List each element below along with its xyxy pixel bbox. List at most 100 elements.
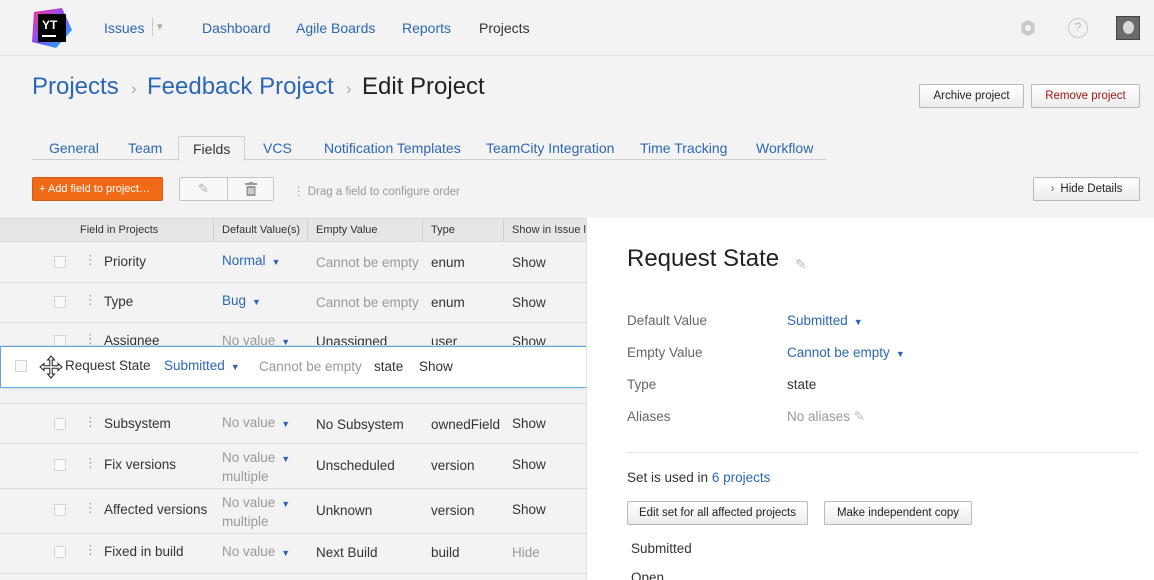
dropdown-arrow-icon: ▼ — [252, 297, 261, 307]
row-checkbox[interactable] — [15, 360, 27, 372]
table-row[interactable]: ⋮ Type Bug ▼ Cannot be empty enum Show — [0, 283, 586, 323]
table-row[interactable]: ⋮ Assignee No value ▼ Unassigned user Sho… — [0, 323, 586, 346]
nav-agile-boards[interactable]: Agile Boards — [296, 20, 375, 36]
drag-handle-icon[interactable]: ⋮ — [84, 293, 97, 306]
empty-value[interactable]: Next Build — [316, 545, 378, 560]
edit-pencil-icon[interactable]: ✎ — [795, 256, 807, 273]
show-toggle[interactable]: Show — [512, 295, 546, 310]
make-independent-copy-button[interactable]: Make independent copy — [824, 501, 972, 525]
projects-link[interactable]: 6 projects — [712, 470, 771, 485]
table-row[interactable]: ⋮ Fixed in build No value ▼ Next Build bu… — [0, 534, 586, 574]
tab-team[interactable]: Team — [128, 140, 162, 156]
hide-details-button[interactable]: › Hide Details — [1033, 177, 1140, 201]
empty-value[interactable]: Cannot be empty — [316, 255, 419, 270]
default-value: Submitted — [164, 358, 225, 373]
header-type[interactable]: Type — [431, 224, 455, 236]
header-empty-value[interactable]: Empty Value — [316, 224, 378, 236]
edit-set-all-button[interactable]: Edit set for all affected projects — [627, 501, 808, 525]
tab-fields[interactable]: Fields — [178, 136, 246, 161]
drag-handle-icon[interactable]: ⋮ — [84, 253, 97, 266]
row-checkbox[interactable] — [54, 546, 66, 558]
field-type: state — [374, 359, 404, 374]
nav-issues[interactable]: Issues — [104, 20, 144, 36]
drag-handle-icon[interactable]: ⋮ — [84, 456, 97, 469]
empty-value-label: Empty Value — [627, 345, 703, 360]
drag-handle-icon[interactable]: ⋮ — [84, 543, 97, 556]
empty-value[interactable]: No Subsystem — [316, 417, 404, 432]
empty-value[interactable]: Cannot be empty — [259, 359, 362, 374]
move-cursor-icon — [39, 355, 63, 382]
default-value-dropdown[interactable]: No value ▼ — [222, 544, 290, 559]
value-item[interactable]: Submitted — [631, 541, 692, 556]
show-toggle[interactable]: Show — [512, 255, 546, 270]
header-show-in-issue[interactable]: Show in Issue l — [512, 224, 586, 236]
show-toggle[interactable]: Show — [512, 334, 546, 345]
drag-handle-icon[interactable]: ⋮ — [84, 501, 97, 514]
breadcrumb-feedback-project[interactable]: Feedback Project — [147, 73, 334, 101]
tab-workflow[interactable]: Workflow — [756, 140, 813, 156]
default-value-dropdown[interactable]: Submitted ▼ — [787, 313, 863, 328]
show-toggle[interactable]: Show — [512, 502, 546, 517]
default-value-dropdown[interactable]: Submitted ▼ — [164, 358, 240, 373]
table-row[interactable]: ⋮ Affected versions No value ▼ multiple Un… — [0, 489, 586, 534]
edit-pencil-icon[interactable]: ✎ — [854, 409, 865, 424]
youtrack-logo[interactable]: YT — [32, 8, 72, 48]
remove-project-button[interactable]: Remove project — [1031, 84, 1140, 108]
settings-gear-icon[interactable] — [1018, 18, 1038, 38]
empty-value[interactable]: Cannot be empty — [316, 295, 419, 310]
field-name: Request State — [65, 358, 151, 373]
row-checkbox[interactable] — [54, 296, 66, 308]
tab-vcs[interactable]: VCS — [263, 140, 292, 156]
default-value-dropdown[interactable]: No value ▼ — [222, 333, 290, 345]
nav-reports[interactable]: Reports — [402, 20, 451, 36]
value-item[interactable]: Open — [631, 570, 664, 580]
show-toggle[interactable]: Show — [512, 457, 546, 472]
dropdown-arrow-icon: ▼ — [230, 362, 240, 372]
archive-project-button[interactable]: Archive project — [919, 84, 1024, 108]
field-name: Priority — [104, 254, 147, 269]
default-value-dropdown[interactable]: No value ▼ multiple — [222, 494, 290, 530]
delete-trash-icon[interactable] — [227, 178, 274, 200]
default-value-dropdown[interactable]: No value ▼ multiple — [222, 449, 290, 485]
breadcrumb-projects[interactable]: Projects — [32, 73, 119, 101]
tab-time-tracking[interactable]: Time Tracking — [640, 140, 727, 156]
empty-value[interactable]: Unassigned — [316, 334, 387, 345]
default-value-dropdown[interactable]: Normal ▼ — [222, 253, 280, 268]
add-field-button[interactable]: + Add field to project… — [32, 177, 163, 201]
aliases-value[interactable]: No aliases ✎ — [787, 409, 865, 425]
table-row[interactable]: ⋮ Subsystem No value ▼ No Subsystem owned… — [0, 403, 586, 444]
chevron-down-icon[interactable]: ▾ — [152, 18, 163, 36]
header-field[interactable]: Field in Projects — [80, 224, 158, 236]
default-value: No value — [222, 495, 276, 510]
edit-pencil-icon[interactable]: ✎ — [180, 178, 227, 200]
header-default-values[interactable]: Default Value(s) — [222, 224, 300, 236]
row-checkbox[interactable] — [54, 504, 66, 516]
default-value-dropdown[interactable]: No value ▼ — [222, 415, 290, 430]
tab-teamcity-integration[interactable]: TeamCity Integration — [486, 140, 614, 156]
help-icon[interactable]: ? — [1068, 18, 1088, 38]
drag-handle-icon[interactable]: ⋮ — [84, 415, 97, 428]
dragged-field-row[interactable]: Request State Submitted ▼ Cannot be empty… — [0, 346, 586, 388]
user-avatar[interactable] — [1116, 16, 1140, 40]
empty-value[interactable]: Unknown — [316, 503, 372, 518]
row-checkbox[interactable] — [54, 459, 66, 471]
table-row[interactable]: ⋮ Fix versions No value ▼ multiple Unsched… — [0, 444, 586, 489]
default-value: Bug — [222, 293, 247, 308]
drag-hint: ⋮ Drag a field to configure order — [293, 186, 460, 198]
row-checkbox[interactable] — [54, 418, 66, 430]
empty-value-dropdown[interactable]: Cannot be empty ▼ — [787, 345, 905, 360]
default-value-dropdown[interactable]: Bug ▼ — [222, 293, 261, 308]
show-toggle[interactable]: Show — [512, 416, 546, 431]
show-toggle[interactable]: Show — [419, 359, 453, 374]
table-row[interactable]: ⋮ Priority Normal ▼ Cannot be empty enum … — [0, 242, 586, 283]
row-checkbox[interactable] — [54, 335, 66, 345]
row-checkbox[interactable] — [54, 256, 66, 268]
drag-handle-icon[interactable]: ⋮ — [84, 332, 97, 345]
tab-notification-templates[interactable]: Notification Templates — [324, 140, 461, 156]
empty-value[interactable]: Unscheduled — [316, 458, 395, 473]
field-type: enum — [431, 255, 465, 270]
show-toggle[interactable]: Hide — [512, 545, 540, 560]
nav-projects[interactable]: Projects — [479, 20, 530, 36]
tab-general[interactable]: General — [49, 140, 99, 156]
nav-dashboard[interactable]: Dashboard — [202, 20, 271, 36]
